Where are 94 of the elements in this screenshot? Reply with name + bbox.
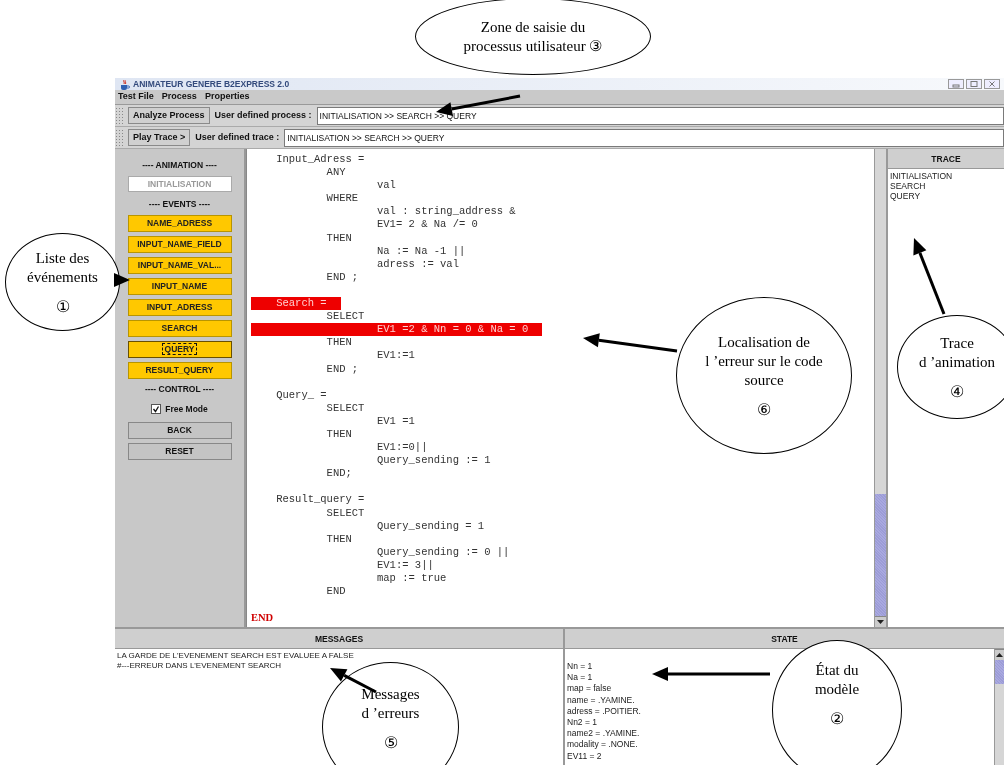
state-line: EV11 = 2: [567, 750, 602, 762]
code-line: EV1:=1: [376, 349, 416, 363]
scrollbar-thumb[interactable]: [995, 660, 1004, 684]
event-button[interactable]: SEARCH: [127, 320, 232, 337]
event-button[interactable]: RESULT_QUERY: [127, 362, 232, 379]
state-line: map = false: [567, 683, 612, 695]
menu-item[interactable]: Test File: [118, 90, 154, 104]
toolbar-button[interactable]: Play Trace >: [128, 129, 191, 146]
panel-header: STATE: [565, 629, 1004, 649]
section-heading: ---- EVENTS ----: [148, 198, 211, 211]
callout-number: ②: [830, 709, 844, 728]
state-line: Nn2 = 1: [567, 717, 597, 729]
state-line: Na = 1: [567, 672, 593, 684]
code-line: WHERE: [325, 192, 360, 206]
panel-header: TRACE: [888, 149, 1004, 169]
menu-item[interactable]: Properties: [204, 90, 250, 104]
callout-text: Messages d ’erreurs: [361, 685, 420, 723]
checkbox-label: Free Mode: [165, 402, 208, 416]
trace-item: QUERY: [890, 191, 921, 201]
code-line: Query_sending := 1: [376, 454, 492, 468]
state-line: modality = .NONE.: [567, 739, 638, 751]
code-line: adress := val: [376, 257, 460, 271]
callout-text: État du modèle: [814, 661, 860, 699]
code-line: val: [376, 179, 397, 193]
field-label: User defined process :: [214, 108, 312, 122]
code-line: SELECT: [325, 506, 366, 520]
code-line: Query_sending = 1: [376, 519, 486, 533]
callout-text: Trace d ’animation: [918, 333, 996, 372]
code-line: THEN: [325, 427, 353, 442]
scrollbar[interactable]: [994, 649, 1004, 765]
code-line: EV1= 2 & Na /= 0: [376, 218, 479, 232]
scroll-up-icon[interactable]: [996, 653, 1003, 657]
code-line: EV1:=0||: [376, 441, 429, 455]
code-line: Input_Adress =: [275, 153, 366, 167]
code-line: END;: [325, 467, 353, 481]
toolbar-grip[interactable]: [115, 128, 123, 147]
checkbox[interactable]: [151, 404, 162, 414]
state-line: name = .YAMINE.: [567, 694, 635, 706]
scroll-down-icon[interactable]: [877, 620, 884, 624]
code-line: END: [325, 585, 347, 599]
code-line: val : string_address &: [376, 205, 517, 219]
state-line: Nn = 1: [567, 661, 593, 673]
callout-text: Zone de saisie du processus utilisateur ③: [463, 17, 603, 56]
code-line: EV1:= 3||: [376, 558, 435, 572]
callout-text: Localisation de l ’erreur sur le code source: [705, 332, 823, 390]
event-button[interactable]: INPUT_NAME_FIELD: [127, 236, 232, 253]
code-line: Query_sending := 0 ||: [376, 545, 511, 559]
code-line: THEN: [325, 532, 353, 546]
minimize-icon[interactable]: [948, 79, 964, 89]
scrollbar-thumb[interactable]: [875, 494, 886, 616]
control-button[interactable]: BACK: [127, 422, 232, 439]
callout-number: ⑤: [383, 733, 398, 752]
callout-text: Liste des événements: [27, 248, 98, 287]
callout-number: ④: [950, 381, 964, 401]
code-line: SELECT: [325, 401, 366, 415]
code-line: THEN: [325, 336, 353, 350]
menu-item[interactable]: Process: [161, 90, 197, 104]
state-line: name2 = .YAMINE.: [567, 728, 640, 740]
window-title: ANIMATEUR GENERE B2EXPRESS 2.0: [133, 77, 290, 91]
maximize-icon[interactable]: [966, 79, 982, 89]
code-line: END ;: [325, 362, 360, 376]
callout-number: ⑥: [757, 399, 771, 419]
scrollbar[interactable]: [874, 149, 886, 627]
code-line: THEN: [325, 231, 353, 245]
trace-item: INITIALISATION: [890, 171, 953, 181]
code-line: Result_query =: [275, 493, 366, 507]
close-icon[interactable]: [984, 79, 1000, 89]
section-heading: ---- CONTROL ----: [144, 383, 215, 396]
event-button[interactable]: INPUT_ADRESS: [127, 299, 232, 316]
code-line: Query_ =: [275, 388, 328, 402]
code-line: SELECT: [325, 310, 366, 324]
code-line: Na := Na -1 ||: [376, 244, 467, 258]
control-button[interactable]: RESET: [127, 443, 232, 460]
field-label: User defined trace :: [195, 130, 280, 144]
message-line: #---ERREUR DANS L'EVENEMENT SEARCH: [117, 661, 282, 671]
event-button[interactable]: NAME_ADRESS: [127, 215, 232, 232]
state-line: adress = .POITIER.: [567, 705, 641, 717]
toolbar-grip[interactable]: [115, 106, 123, 125]
event-button[interactable]: INPUT_NAME: [127, 278, 232, 295]
message-line: LA GARDE DE L'EVENEMENT SEARCH EST EVALUEE A FALSE: [117, 651, 354, 661]
toolbar-button[interactable]: Analyze Process: [128, 107, 210, 124]
code-line: END ;: [325, 270, 360, 284]
end-marker: END: [251, 611, 275, 625]
trace-item: SEARCH: [890, 181, 926, 191]
event-button[interactable]: QUERY: [127, 341, 232, 358]
java-cup-icon: [119, 78, 130, 90]
text-field[interactable]: INITIALISATION >> SEARCH >> QUERY: [284, 128, 1004, 147]
code-line: map := true: [376, 572, 448, 586]
callout-number: ①: [55, 296, 70, 316]
section-heading: ---- ANIMATION ----: [142, 159, 217, 172]
panel-header: MESSAGES: [115, 629, 563, 649]
code-line: ANY: [325, 166, 347, 180]
code-line: EV1 =1: [376, 414, 416, 428]
event-button[interactable]: INPUT_NAME_VAL...: [127, 257, 232, 274]
